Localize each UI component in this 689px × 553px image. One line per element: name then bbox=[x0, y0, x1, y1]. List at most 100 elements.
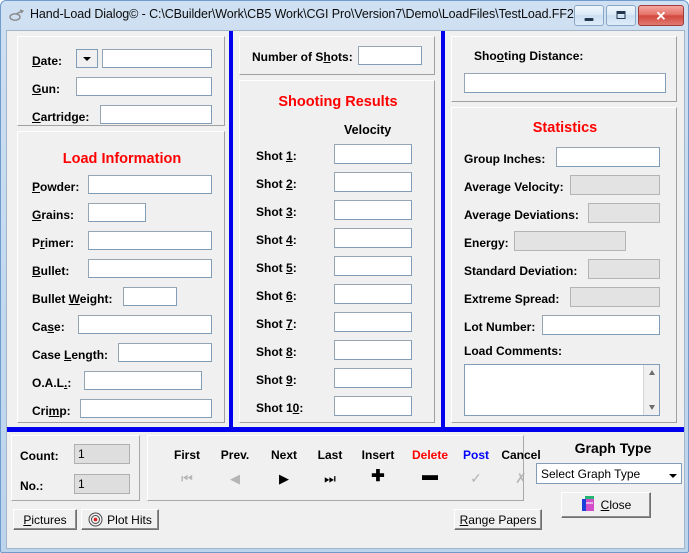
average-deviations-input[interactable] bbox=[588, 203, 660, 223]
delete-record-icon[interactable]: ▬ bbox=[404, 468, 456, 484]
bullet-weight-label: Bullet Weight: bbox=[32, 292, 113, 306]
shot-6-label: Shot 6: bbox=[256, 289, 297, 303]
powder-label: Powder: bbox=[32, 180, 80, 194]
graph-type-select[interactable]: Select Graph Type bbox=[536, 463, 682, 484]
load-comments-label: Load Comments: bbox=[464, 344, 563, 358]
group-inches-input[interactable] bbox=[556, 147, 660, 167]
case-length-input[interactable] bbox=[118, 343, 212, 362]
panel-shooting-distance: Shooting Distance: bbox=[451, 36, 677, 102]
nav-delete-label[interactable]: Delete bbox=[404, 448, 456, 462]
application-window: Hand-Load Dialog© - C:\CBuilder\Work\CB5… bbox=[0, 0, 689, 553]
previous-record-icon[interactable]: ◀ bbox=[210, 472, 260, 486]
panel-statistics: Statistics Group Inches: Average Velocit… bbox=[451, 107, 677, 423]
shot-2-label: Shot 2: bbox=[256, 177, 297, 191]
lot-number-label: Lot Number: bbox=[464, 320, 536, 334]
count-input[interactable] bbox=[74, 444, 130, 464]
next-record-icon[interactable]: ▶ bbox=[260, 472, 308, 486]
shot-5-input[interactable] bbox=[334, 256, 412, 276]
last-record-icon[interactable]: ⏭ bbox=[308, 472, 352, 486]
extreme-spread-label: Extreme Spread: bbox=[464, 292, 560, 306]
client-area: Date: Gun: Cartridge: Load Information P… bbox=[6, 30, 685, 549]
shot-1-input[interactable] bbox=[334, 144, 412, 164]
scroll-down-icon[interactable] bbox=[644, 400, 659, 415]
shot-2-input[interactable] bbox=[334, 172, 412, 192]
shot-7-input[interactable] bbox=[334, 312, 412, 332]
shot-9-input[interactable] bbox=[334, 368, 412, 388]
maximize-button[interactable] bbox=[606, 5, 636, 26]
cartridge-label: Cartridge: bbox=[32, 110, 90, 124]
load-comments-area[interactable] bbox=[464, 364, 660, 416]
lot-number-input[interactable] bbox=[542, 315, 660, 335]
shot-7-label: Shot 7: bbox=[256, 317, 297, 331]
shot-9-label: Shot 9: bbox=[256, 373, 297, 387]
standard-deviation-input[interactable] bbox=[588, 259, 660, 279]
primer-input[interactable] bbox=[88, 231, 212, 250]
app-icon bbox=[9, 8, 25, 24]
nav-insert-label[interactable]: Insert bbox=[352, 448, 404, 462]
cartridge-input[interactable] bbox=[100, 105, 212, 124]
comments-scrollbar[interactable] bbox=[643, 365, 659, 415]
splitter-left[interactable] bbox=[229, 31, 233, 427]
grains-input[interactable] bbox=[88, 203, 146, 222]
shot-8-label: Shot 8: bbox=[256, 345, 297, 359]
close-window-button[interactable]: ✕ bbox=[638, 5, 684, 26]
shot-6-input[interactable] bbox=[334, 284, 412, 304]
number-of-shots-input[interactable] bbox=[358, 46, 422, 65]
nav-last-label[interactable]: Last bbox=[308, 448, 352, 462]
shot-5-label: Shot 5: bbox=[256, 261, 297, 275]
graph-type-title: Graph Type bbox=[574, 440, 652, 456]
count-label: Count: bbox=[20, 449, 59, 463]
nav-prev-label[interactable]: Prev. bbox=[210, 448, 260, 462]
nav-first-label[interactable]: First bbox=[164, 448, 210, 462]
case-input[interactable] bbox=[78, 315, 212, 334]
velocity-column-header: Velocity bbox=[344, 123, 392, 137]
minimize-button[interactable] bbox=[574, 5, 604, 26]
bullet-input[interactable] bbox=[88, 259, 212, 278]
group-inches-label: Group Inches: bbox=[464, 152, 546, 166]
insert-record-icon[interactable]: ✚ bbox=[352, 469, 404, 485]
date-dropdown-button[interactable] bbox=[76, 49, 98, 68]
nav-next-label[interactable]: Next bbox=[260, 448, 308, 462]
primer-label: Primer: bbox=[32, 236, 75, 250]
chevron-down-icon bbox=[669, 467, 677, 481]
shot-3-input[interactable] bbox=[334, 200, 412, 220]
plot-hits-button[interactable]: Plot Hits bbox=[81, 509, 159, 530]
exit-door-icon bbox=[581, 495, 597, 515]
date-input[interactable] bbox=[102, 49, 212, 68]
scroll-up-icon[interactable] bbox=[644, 365, 659, 380]
crimp-input[interactable] bbox=[80, 399, 212, 418]
powder-input[interactable] bbox=[88, 175, 212, 194]
splitter-right[interactable] bbox=[441, 31, 445, 427]
shot-8-input[interactable] bbox=[334, 340, 412, 360]
nav-cancel-label[interactable]: Cancel bbox=[494, 448, 548, 462]
shot-10-label: Shot 10: bbox=[256, 401, 304, 415]
number-of-shots-label: Number of Shots: bbox=[252, 50, 353, 64]
range-papers-button[interactable]: Range Papers bbox=[454, 509, 542, 530]
shooting-distance-input[interactable] bbox=[464, 73, 666, 93]
pictures-button[interactable]: Pictures bbox=[13, 509, 77, 530]
panel-load-information: Load Information Powder: Grains: Primer:… bbox=[17, 131, 225, 423]
minimize-icon bbox=[584, 18, 594, 21]
close-button[interactable]: Close bbox=[561, 492, 651, 518]
shot-4-label: Shot 4: bbox=[256, 233, 297, 247]
average-velocity-input[interactable] bbox=[570, 175, 660, 195]
post-record-icon[interactable]: ✓ bbox=[456, 471, 496, 485]
gun-label: Gun: bbox=[32, 82, 60, 96]
bullseye-icon bbox=[88, 512, 103, 527]
panel-record-counter: Count: No.: bbox=[11, 435, 140, 501]
energy-input[interactable] bbox=[514, 231, 626, 251]
bullet-weight-input[interactable] bbox=[123, 287, 177, 306]
grains-label: Grains: bbox=[32, 208, 75, 222]
oal-input[interactable] bbox=[84, 371, 202, 390]
first-record-icon[interactable]: ⏮ bbox=[164, 472, 210, 486]
shot-4-input[interactable] bbox=[334, 228, 412, 248]
shot-10-input[interactable] bbox=[334, 396, 412, 416]
panel-load-header: Date: Gun: Cartridge: bbox=[17, 36, 225, 126]
load-information-title: Load Information bbox=[62, 151, 182, 167]
crimp-label: Crimp: bbox=[32, 404, 71, 418]
no-input[interactable] bbox=[74, 474, 130, 494]
nav-post-label[interactable]: Post bbox=[456, 448, 496, 462]
splitter-bottom[interactable] bbox=[7, 427, 684, 432]
extreme-spread-input[interactable] bbox=[570, 287, 660, 307]
gun-input[interactable] bbox=[76, 77, 212, 96]
